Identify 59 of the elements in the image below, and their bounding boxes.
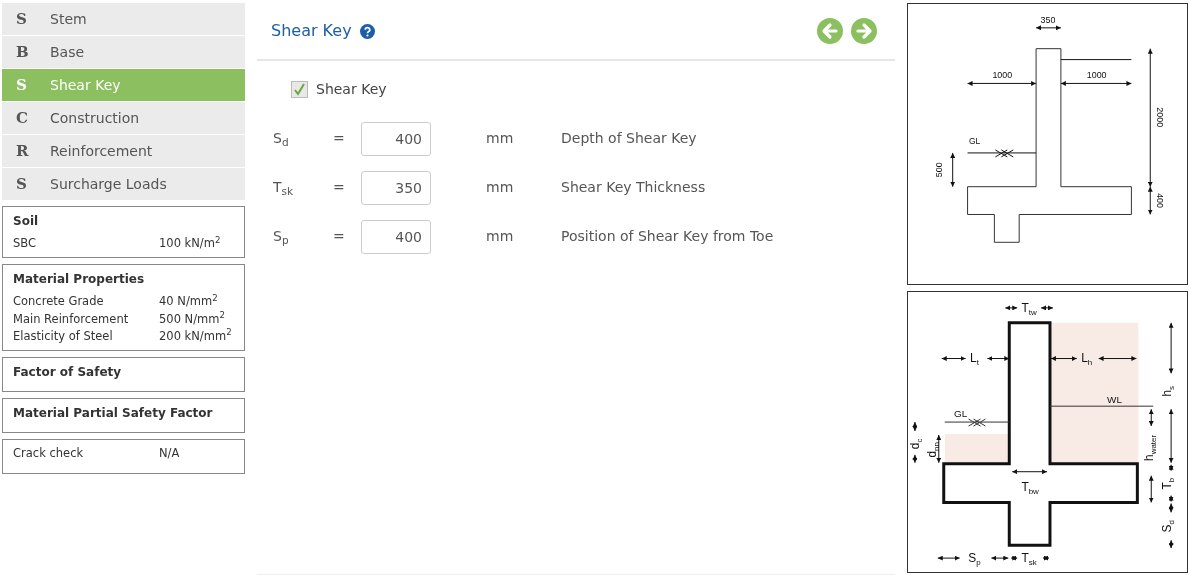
- dimension-label: 500: [933, 162, 944, 178]
- dimension-label: 2000: [1155, 107, 1166, 128]
- equals-sign: =: [333, 178, 346, 197]
- symbol-label: L$_{t}$: [970, 351, 979, 368]
- property-label: Crack check: [13, 445, 85, 462]
- checkbox[interactable]: [291, 81, 308, 98]
- property-value: 500 N/mm$^{2}$: [159, 310, 225, 328]
- symbol-label: T$_{bw}$: [1021, 479, 1039, 496]
- front-soil: [944, 434, 1011, 464]
- ground-symbol-icon: [968, 418, 986, 427]
- unit-label: mm: [486, 129, 515, 148]
- property-value: 40 N/mm$^{2}$: [159, 293, 218, 311]
- equals-sign: =: [333, 129, 346, 148]
- panel-title: Material Partial Safety Factor: [13, 405, 214, 422]
- nav-item[interactable]: S Stem: [2, 3, 245, 35]
- parameter-description: Shear Key Thickness: [561, 178, 706, 197]
- property-value: 100 kN/m$^{2}$: [159, 235, 221, 252]
- nav-item[interactable]: R Reinforcement: [2, 135, 245, 167]
- panel-title: Soil: [13, 213, 40, 230]
- dimension-label: 1000: [992, 70, 1013, 81]
- help-icon[interactable]: [359, 23, 375, 39]
- unit-label: mm: [486, 178, 515, 197]
- dimension-label: GL: [968, 136, 981, 146]
- value-field[interactable]: 350: [361, 170, 431, 205]
- unit-label: mm: [486, 227, 515, 246]
- backfill-line: [1060, 59, 1132, 61]
- value-field[interactable]: 400: [361, 219, 431, 254]
- nav-item[interactable]: C Construction: [2, 102, 245, 134]
- ground-symbol-icon: [994, 149, 1014, 158]
- property-value: N/A: [159, 445, 180, 462]
- property-label: SBC: [13, 235, 38, 252]
- parameter-symbol: S$_{p}$: [273, 227, 290, 247]
- property-value: 200 kN/mm$^{2}$: [159, 327, 232, 345]
- parameter-symbol: S$_{d}$: [273, 129, 290, 149]
- parameter-symbol: T$_{sk}$: [273, 178, 295, 198]
- property-label: Concrete Grade: [13, 293, 105, 311]
- equals-sign: =: [333, 227, 346, 246]
- parameter-description: Position of Shear Key from Toe: [561, 227, 774, 246]
- ground-level-label: GL: [954, 408, 968, 420]
- value-field[interactable]: 400: [361, 121, 431, 156]
- panel-title: Material Properties: [13, 271, 146, 289]
- dimension-label: 350: [1040, 14, 1056, 25]
- symbol-label: L$_{h}$: [1081, 351, 1093, 368]
- property-label: Main Reinforcement: [13, 310, 130, 328]
- dimension-label: 400: [1155, 193, 1166, 209]
- symbol-label: S$_{p}$: [968, 551, 981, 568]
- section-title: Shear Key: [271, 20, 352, 42]
- nav-item[interactable]: S Surcharge Loads: [2, 168, 245, 200]
- checkbox-label: Shear Key: [316, 80, 387, 99]
- dimension-label: 1000: [1086, 70, 1107, 81]
- water-level-label: WL: [1107, 394, 1122, 406]
- panel-title: Factor of Safety: [13, 364, 123, 381]
- parameter-description: Depth of Shear Key: [561, 129, 697, 148]
- ground-line: [967, 152, 1037, 154]
- symbol-label: T$_{tw}$: [1021, 300, 1037, 317]
- property-label: Elasticity of Steel: [13, 327, 114, 345]
- ground-line: [944, 421, 1010, 423]
- nav-item[interactable]: B Base: [2, 36, 245, 68]
- symbol-label: T$_{sk}$: [1021, 551, 1037, 568]
